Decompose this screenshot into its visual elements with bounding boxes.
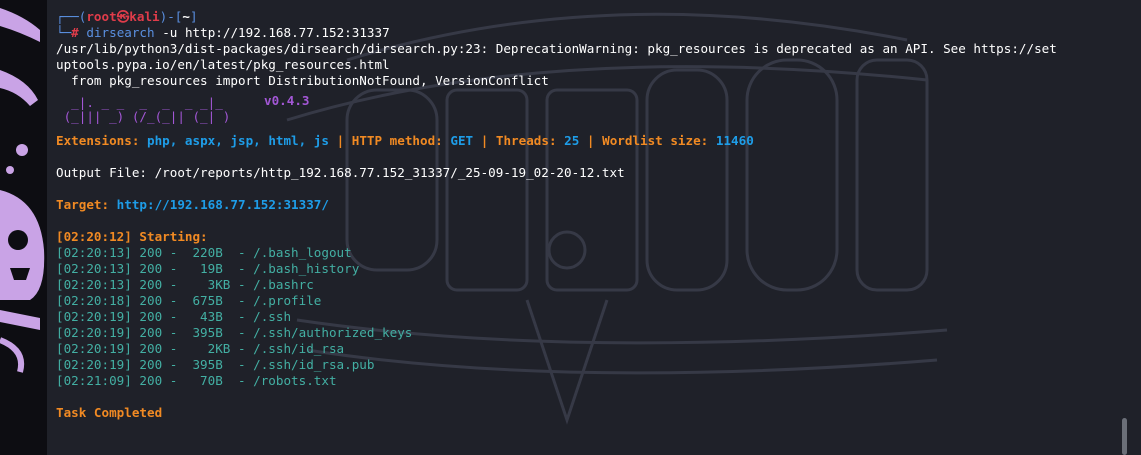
banner-version: v0.4.3	[264, 93, 310, 108]
result-row: [02:20:13] 200 - 19B - /.bash_history	[56, 261, 360, 276]
config-separator: |	[336, 133, 345, 148]
terminal-scrollbar[interactable]	[1122, 418, 1127, 455]
method-value: GET	[450, 133, 474, 148]
wordlist-label: Wordlist size:	[602, 133, 709, 148]
config-separator: |	[480, 133, 489, 148]
task-completed-line: Task Completed	[56, 405, 163, 420]
result-row: [02:20:13] 200 - 3KB - /.bashrc	[56, 277, 314, 292]
result-row: [02:20:19] 200 - 43B - /.ssh	[56, 309, 292, 324]
prompt-host: kali	[129, 9, 160, 24]
target-url: http://192.168.77.152:31337/	[116, 197, 329, 212]
terminal-window[interactable]: ┌──(root㉿kali)-[~] └─# dirsearch -u http…	[47, 0, 1141, 455]
prompt-user: root	[86, 9, 117, 24]
extensions-label: Extensions:	[56, 133, 140, 148]
desktop-wallpaper	[0, 0, 47, 455]
warning-line: /usr/lib/python3/dist-packages/dirsearch…	[56, 41, 1057, 56]
method-label: HTTP method:	[351, 133, 443, 148]
command-args: -u http://192.168.77.152:31337	[162, 25, 390, 40]
target-line: Target: http://192.168.77.152:31337/	[56, 197, 1121, 213]
dirsearch-banner: _|. _ _ _ _ _ _|_ (_||| _) (/_(_|| (_| )…	[56, 93, 1121, 133]
terminal-output: ┌──(root㉿kali)-[~] └─# dirsearch -u http…	[56, 9, 1121, 421]
prompt-dir: ~	[182, 9, 190, 24]
command-name: dirsearch	[86, 25, 155, 40]
target-label: Target:	[56, 197, 110, 212]
config-separator: |	[586, 133, 595, 148]
output-file-line: Output File: /root/reports/http_192.168.…	[56, 165, 625, 180]
result-row: [02:20:19] 200 - 395B - /.ssh/id_rsa.pub	[56, 357, 375, 372]
command-line[interactable]: └─# dirsearch -u http://192.168.77.152:3…	[56, 25, 1121, 41]
config-line: Extensions: php, aspx, jsp, html, js | H…	[56, 133, 1121, 149]
banner-art-bottom: (_||| _) (/_(_|| (_| )	[56, 109, 231, 124]
skull-wallpaper-icon	[0, 8, 45, 373]
extensions-value: php, aspx, jsp, html, js	[147, 133, 329, 148]
prompt-symbol: #	[71, 25, 79, 40]
wordlist-value: 11460	[715, 133, 754, 148]
starting-line: [02:20:12] Starting:	[56, 229, 208, 244]
warning-line: uptools.pypa.io/en/latest/pkg_resources.…	[56, 57, 390, 72]
prompt-header: ┌──(root㉿kali)-[~]	[56, 9, 198, 24]
result-row: [02:20:18] 200 - 675B - /.profile	[56, 293, 322, 308]
threads-value: 25	[564, 133, 580, 148]
result-row: [02:21:09] 200 - 70B - /robots.txt	[56, 373, 337, 388]
prompt-at: ㉿	[116, 9, 130, 24]
result-row: [02:20:19] 200 - 2KB - /.ssh/id_rsa	[56, 341, 345, 356]
result-row: [02:20:19] 200 - 395B - /.ssh/authorized…	[56, 325, 413, 340]
threads-label: Threads:	[495, 133, 557, 148]
warning-line: from pkg_resources import DistributionNo…	[56, 73, 549, 88]
result-row: [02:20:13] 200 - 220B - /.bash_logout	[56, 245, 352, 260]
